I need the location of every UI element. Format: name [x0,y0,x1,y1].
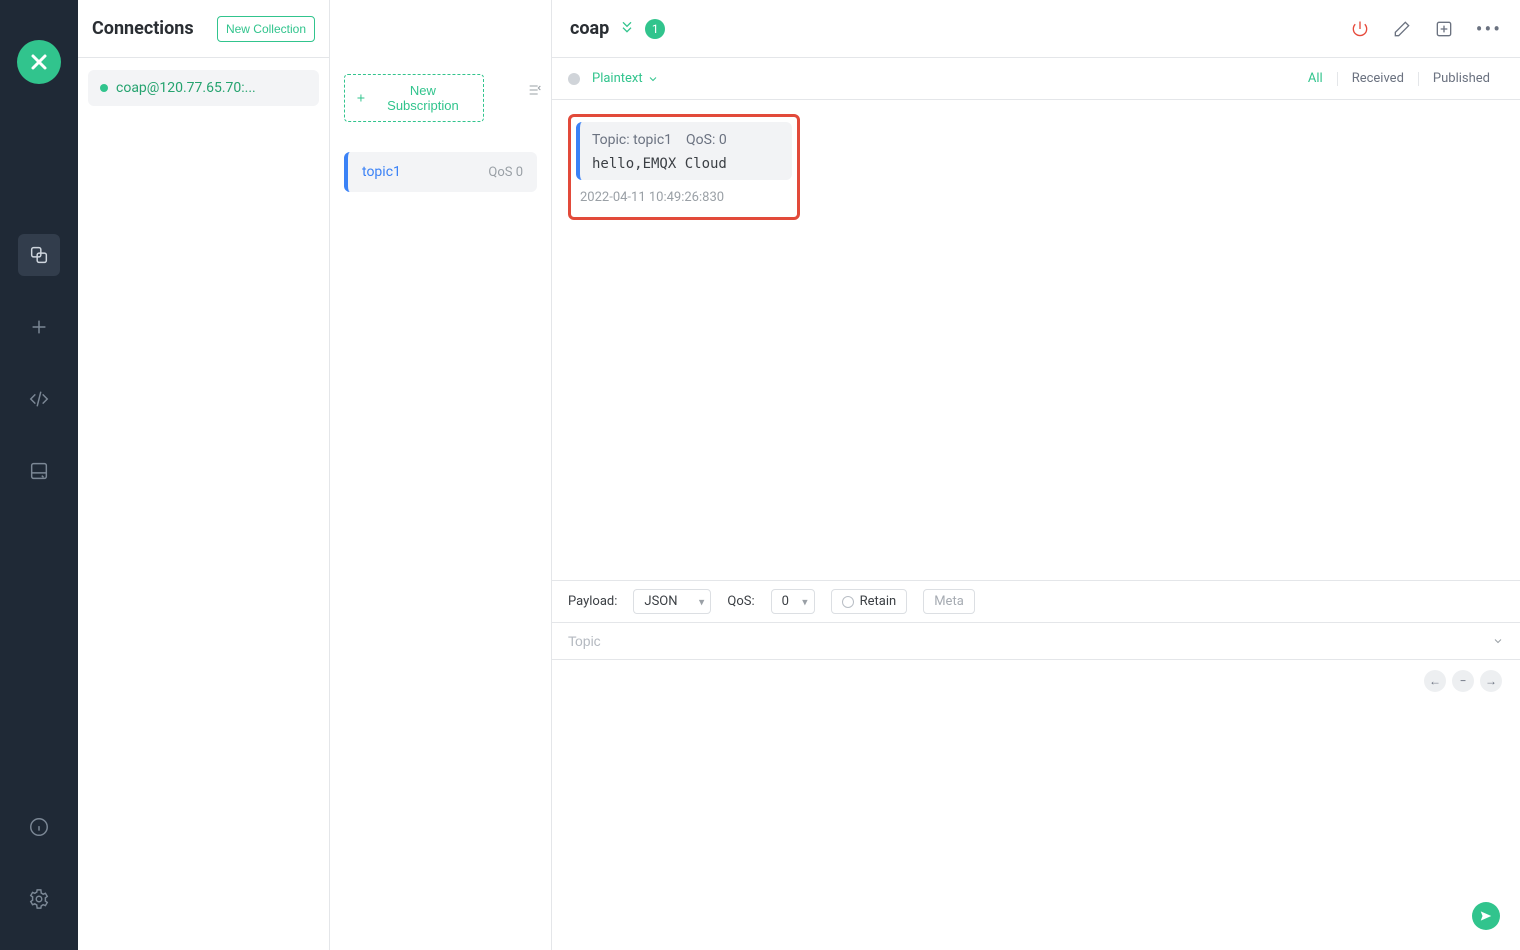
tab-published[interactable]: Published [1419,71,1504,86]
main-panel: coap 1 ••• Plaintext [552,0,1520,950]
subscription-qos: QoS 0 [488,165,523,180]
plus-icon[interactable] [18,306,60,348]
connections-panel: Connections New Collection coap@120.77.6… [78,0,330,950]
connection-label: coap@120.77.65.70:... [116,80,256,96]
qos-select[interactable]: 0 ▾ [771,589,815,614]
send-button[interactable] [1472,902,1500,930]
power-icon[interactable] [1350,19,1370,39]
online-dot-icon [100,84,108,92]
topbar: coap 1 ••• [552,0,1520,58]
connections-title: Connections [92,18,194,39]
code-icon[interactable] [18,378,60,420]
payload-editor[interactable]: ← − → [552,660,1520,950]
payload-format-select[interactable]: JSON ▾ [633,589,711,614]
chevron-down-icon[interactable] [1492,632,1504,651]
chevron-down-icon: ▾ [699,595,705,608]
info-icon[interactable] [18,806,60,848]
format-label: Plaintext [592,71,643,86]
publish-bar: Payload: JSON ▾ QoS: 0 ▾ Retain Meta [552,580,1520,622]
app-logo[interactable] [17,40,61,84]
subscription-topic: topic1 [362,164,401,180]
meta-button[interactable]: Meta [923,589,975,614]
message-meta: Topic: topic1 QoS: 0 [592,132,780,148]
format-status-icon [568,73,580,85]
topic-input[interactable] [568,629,1492,653]
new-subscription-button[interactable]: New Subscription [344,74,484,122]
chevron-down-icon: ▾ [802,595,808,608]
collapse-icon[interactable] [527,82,543,102]
radio-icon [842,596,854,608]
new-collection-button[interactable]: New Collection [217,16,315,42]
nav-rail [0,0,78,950]
payload-label: Payload: [568,594,617,609]
editor-redo-icon[interactable]: → [1480,670,1502,692]
tab-all[interactable]: All [1294,71,1337,86]
collections-icon[interactable] [18,234,60,276]
export-icon[interactable] [1434,19,1454,39]
db-icon[interactable] [18,450,60,492]
edit-icon[interactable] [1392,19,1412,39]
chevron-double-down-icon[interactable] [619,19,635,39]
connection-item[interactable]: coap@120.77.65.70:... [88,70,319,106]
retain-toggle[interactable]: Retain [831,589,908,614]
filterbar: Plaintext All Received Published [552,58,1520,100]
qos-label: QoS: [727,594,754,609]
messages-pane: Topic: topic1 QoS: 0 hello,EMQX Cloud 20… [552,100,1520,580]
format-select[interactable]: Plaintext [592,71,659,86]
new-subscription-label: New Subscription [373,83,473,113]
message-payload: hello,EMQX Cloud [592,156,780,172]
message-highlight: Topic: topic1 QoS: 0 hello,EMQX Cloud 20… [568,114,800,220]
message-timestamp: 2022-04-11 10:49:26:830 [580,190,792,205]
settings-icon[interactable] [18,878,60,920]
subscription-item[interactable]: topic1 QoS 0 [344,152,537,192]
message-count-badge: 1 [645,19,665,39]
tab-received[interactable]: Received [1338,71,1418,86]
editor-clear-icon[interactable]: − [1452,670,1474,692]
more-icon[interactable]: ••• [1476,19,1502,39]
message-item[interactable]: Topic: topic1 QoS: 0 hello,EMQX Cloud [576,122,792,180]
subscriptions-panel: New Subscription topic1 QoS 0 [330,0,552,950]
editor-undo-icon[interactable]: ← [1424,670,1446,692]
topic-row [552,622,1520,660]
connection-title: coap [570,18,609,39]
